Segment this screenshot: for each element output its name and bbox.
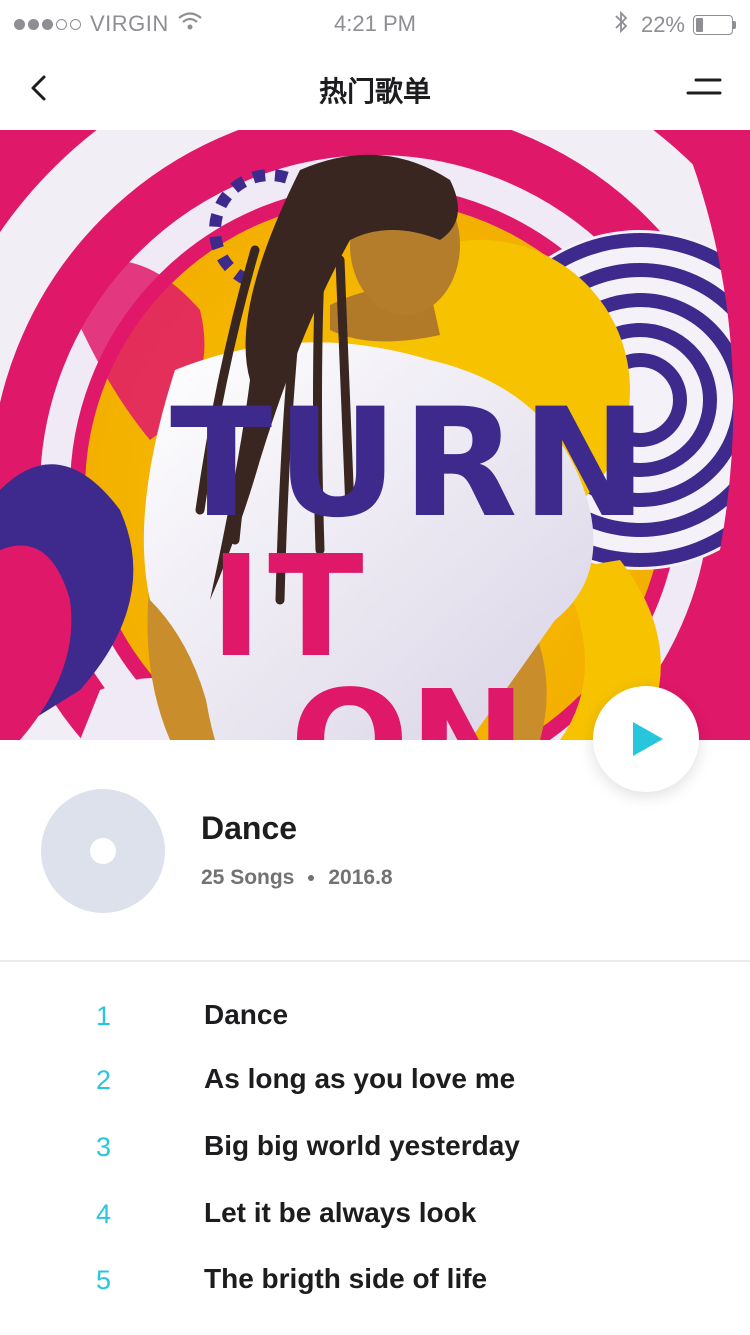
- nav-bar: 热门歌单: [0, 46, 750, 130]
- release-date: 2016.8: [328, 866, 393, 889]
- battery-percent: 22%: [640, 12, 685, 37]
- album-artwork: TURN IT ON: [0, 130, 750, 740]
- album-meta: 25 Songs 2016.8: [201, 866, 393, 890]
- status-right: 22%: [613, 9, 736, 41]
- song-number: 3: [96, 1132, 112, 1162]
- battery-icon: [693, 15, 733, 35]
- page-title: 热门歌单: [318, 75, 431, 108]
- songs-count: 25 Songs: [201, 866, 295, 889]
- song-number: 2: [96, 1065, 112, 1095]
- song-number: 4: [96, 1199, 112, 1229]
- menu-icon: [686, 78, 722, 95]
- divider: [0, 960, 750, 962]
- song-row[interactable]: 3 Big big world yesterday: [0, 1116, 750, 1180]
- song-title: The brigth side of life: [204, 1263, 488, 1294]
- disc-icon: [41, 789, 165, 913]
- bluetooth-icon: [613, 9, 629, 41]
- song-number: 5: [96, 1265, 112, 1295]
- song-number: 1: [96, 1001, 112, 1031]
- play-button[interactable]: [593, 686, 699, 792]
- song-row[interactable]: 5 The brigth side of life: [0, 1249, 750, 1313]
- song-row[interactable]: 1 Dance: [0, 985, 750, 1049]
- svg-text:ON: ON: [290, 661, 526, 740]
- play-icon: [633, 722, 663, 756]
- song-title: Big big world yesterday: [204, 1130, 520, 1161]
- song-title: Dance: [204, 999, 289, 1030]
- separator-dot-icon: [308, 875, 315, 881]
- battery-cap-icon: [733, 21, 736, 29]
- svg-text:TURN: TURN: [170, 377, 651, 551]
- song-row[interactable]: 2 As long as you love me: [0, 1049, 750, 1113]
- song-title: As long as you love me: [204, 1063, 516, 1094]
- status-bar: VIRGIN 4:21 PM 22%: [0, 0, 750, 46]
- song-row[interactable]: 4 Let it be always look: [0, 1183, 750, 1247]
- album-title: Dance: [201, 810, 298, 846]
- album-cover-image: TURN IT ON: [0, 130, 750, 740]
- song-title: Let it be always look: [204, 1197, 477, 1228]
- menu-button[interactable]: [684, 74, 724, 104]
